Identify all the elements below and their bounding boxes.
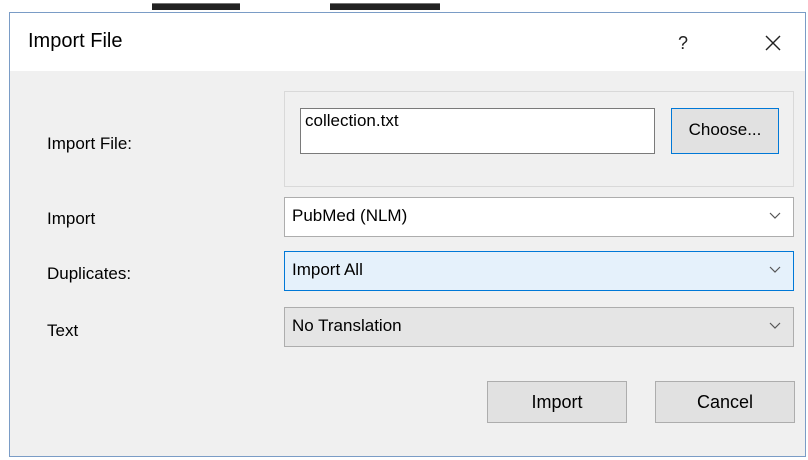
cancel-button[interactable]: Cancel — [655, 381, 795, 423]
choose-file-button[interactable]: Choose... — [671, 108, 779, 154]
import-file-path-input[interactable]: collection.txt — [300, 108, 655, 154]
close-button[interactable] — [758, 23, 788, 63]
import-option-dropdown[interactable]: PubMed (NLM) — [284, 197, 794, 237]
duplicates-dropdown[interactable]: Import All — [284, 251, 794, 291]
help-button[interactable]: ? — [668, 23, 698, 63]
text-translation-label: Text — [47, 321, 79, 340]
import-option-label: Import — [47, 209, 96, 228]
chevron-down-icon — [769, 212, 781, 219]
import-button[interactable]: Import — [487, 381, 627, 423]
duplicates-value: Import All — [292, 260, 363, 279]
chevron-down-icon — [769, 266, 781, 273]
duplicates-label: Duplicates: — [47, 264, 132, 283]
import-file-label: Import File: — [47, 134, 133, 153]
text-translation-dropdown[interactable]: No Translation — [284, 307, 794, 347]
close-icon — [765, 35, 781, 51]
title-bar: Import File ? — [10, 13, 805, 71]
import-option-value: PubMed (NLM) — [292, 206, 408, 225]
chevron-down-icon — [769, 322, 781, 329]
dialog-body: Import File: collection.txt Choose... Im… — [10, 71, 805, 456]
import-file-dialog: Import File ? Import File: collection.tx… — [9, 12, 806, 457]
import-file-group: collection.txt Choose... — [284, 91, 794, 187]
text-translation-value: No Translation — [292, 316, 402, 335]
dialog-title: Import File — [28, 30, 123, 52]
